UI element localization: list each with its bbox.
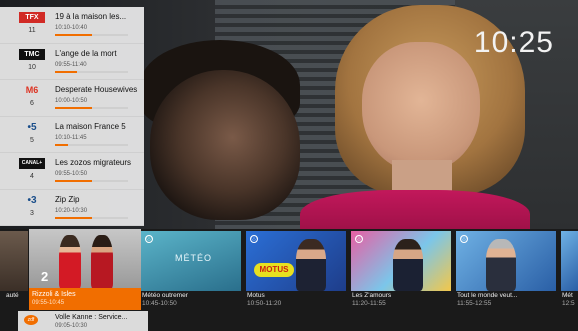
host-figure [486, 239, 516, 291]
tfx-logo-icon: TFX [19, 12, 45, 23]
program-title: Volle Kanne : Service... [55, 314, 128, 321]
info-icon: ⓘ [355, 235, 363, 243]
program-card[interactable]: ⓘ [351, 231, 451, 291]
info-icon: ⓘ [250, 235, 258, 243]
program-title: Les Z'amours [352, 292, 392, 299]
motus-logo: MOTUS [254, 263, 294, 277]
channel-number: 6 [30, 100, 34, 107]
thumbnail-text: MÉTÉO [175, 253, 213, 263]
channel-row-canal[interactable]: CANAL+ 4 Les zozos migrateurs 09:55-10:5… [0, 153, 144, 190]
program-card-label: Météo outremer 10:45-10:50 [142, 292, 188, 308]
channel-number: 2 [41, 269, 49, 284]
progress-fill [55, 143, 69, 146]
channel-row-france5[interactable]: •5 5 La maison France 5 10:10-11:45 [0, 117, 144, 153]
france5-logo-icon: •5 [27, 121, 37, 133]
program-title: Mét [562, 292, 573, 299]
program-title: Tout le monde veut... [457, 292, 518, 299]
program-title: Rizzoli & Isles [32, 291, 76, 298]
program-card[interactable]: ⓘ MÉTÉO [141, 231, 241, 291]
program-title: Zip Zip [55, 194, 80, 204]
channel-number: 11 [28, 27, 36, 34]
progress-track [55, 34, 128, 36]
m6-logo-icon: M6 [25, 85, 39, 95]
program-card-partial-left[interactable] [0, 231, 28, 291]
program-time: 09:55-10:50 [55, 171, 88, 177]
progress-fill [55, 70, 77, 73]
program-time: 09:05-10:30 [55, 323, 88, 329]
program-card-label: Tout le monde veut... 11:55-12:55 [457, 292, 517, 308]
program-card[interactable]: ⓘ MOTUS [246, 231, 346, 291]
program-time: 10:20-10:30 [55, 207, 88, 214]
tmc-logo-icon: TMC [19, 48, 45, 60]
channel-number: 10 [28, 63, 36, 71]
program-title: La maison France 5 [55, 121, 126, 131]
channel-number: 4 [30, 173, 34, 180]
progress-fill [55, 34, 92, 36]
program-time: 10:10-11:45 [55, 134, 87, 141]
program-title: Desperate Housewives [55, 85, 138, 94]
progress-track [55, 107, 128, 109]
channel-number: 5 [30, 136, 34, 144]
progress-track [55, 70, 128, 73]
program-time: 09:55-10:45 [32, 300, 65, 306]
progress-track [55, 143, 128, 146]
progress-fill [55, 107, 92, 109]
channel-row-zdf[interactable]: zdf Volle Kanne : Service... 09:05-10:30 [18, 311, 148, 331]
info-icon: ⓘ [145, 235, 153, 243]
selected-program-panel[interactable]: Rizzoli & Isles 09:55-10:45 [29, 288, 141, 310]
progress-fill [55, 216, 92, 219]
canal-logo-icon: CANAL+ [19, 158, 45, 169]
program-time: 11:20-11:55 [352, 300, 386, 307]
program-time: 10:50-11:20 [247, 300, 282, 307]
program-title: L'ange de la mort [55, 48, 117, 58]
clock: 10:25 [473, 26, 554, 59]
program-title: Météo outremer [142, 292, 188, 299]
program-time: 11:55-12:55 [457, 300, 492, 307]
channel-row-tmc[interactable]: TMC 10 L'ange de la mort 09:55-11:40 [0, 44, 144, 80]
program-time: 09:55-11:40 [55, 61, 87, 68]
program-card-partial-right[interactable] [561, 231, 578, 291]
program-card-label: Motus 10:50-11:20 [247, 292, 281, 308]
program-card-label: Les Z'amours 11:20-11:55 [352, 292, 391, 308]
channel-row-tfx[interactable]: TFX 11 19 à la maison les... 10:10-10:40 [0, 7, 144, 44]
actress-figure [59, 235, 81, 289]
progress-track [55, 216, 128, 219]
info-icon: ⓘ [460, 235, 468, 243]
program-title: Motus [247, 292, 265, 299]
channel-row-france3[interactable]: •3 3 Zip Zip 10:20-10:30 [0, 190, 144, 226]
france3-logo-icon: •3 [27, 194, 37, 206]
program-time: 10:45-10:50 [142, 300, 177, 307]
channel-row-m6[interactable]: M6 6 Desperate Housewives 10:00-10:50 [0, 80, 144, 117]
program-card-label: Mét 12:5 [562, 292, 575, 308]
man-silhouette-head [150, 70, 300, 220]
host-figure [393, 239, 423, 291]
channel-number: 3 [30, 209, 34, 217]
program-title: Les zozos migrateurs [55, 158, 132, 167]
actress-figure [91, 235, 113, 289]
program-time: 12:5 [562, 300, 575, 307]
program-time: 10:10-10:40 [55, 25, 88, 31]
program-title: auté [6, 292, 19, 299]
program-carousel: auté 2 Rizzoli & Isles 09:55-10:45 ⓘ MÉT… [0, 229, 578, 331]
progress-track [55, 180, 128, 182]
program-card[interactable]: ⓘ [456, 231, 556, 291]
zdf-logo-icon: zdf [24, 315, 38, 325]
program-time: 10:00-10:50 [55, 98, 88, 104]
program-title: 19 à la maison les... [55, 12, 127, 21]
channel-list: TFX 11 19 à la maison les... 10:10-10:40… [0, 7, 144, 226]
progress-fill [55, 180, 92, 182]
woman-face [362, 42, 480, 172]
program-card-label: auté [6, 292, 19, 300]
host-figure [296, 239, 326, 291]
